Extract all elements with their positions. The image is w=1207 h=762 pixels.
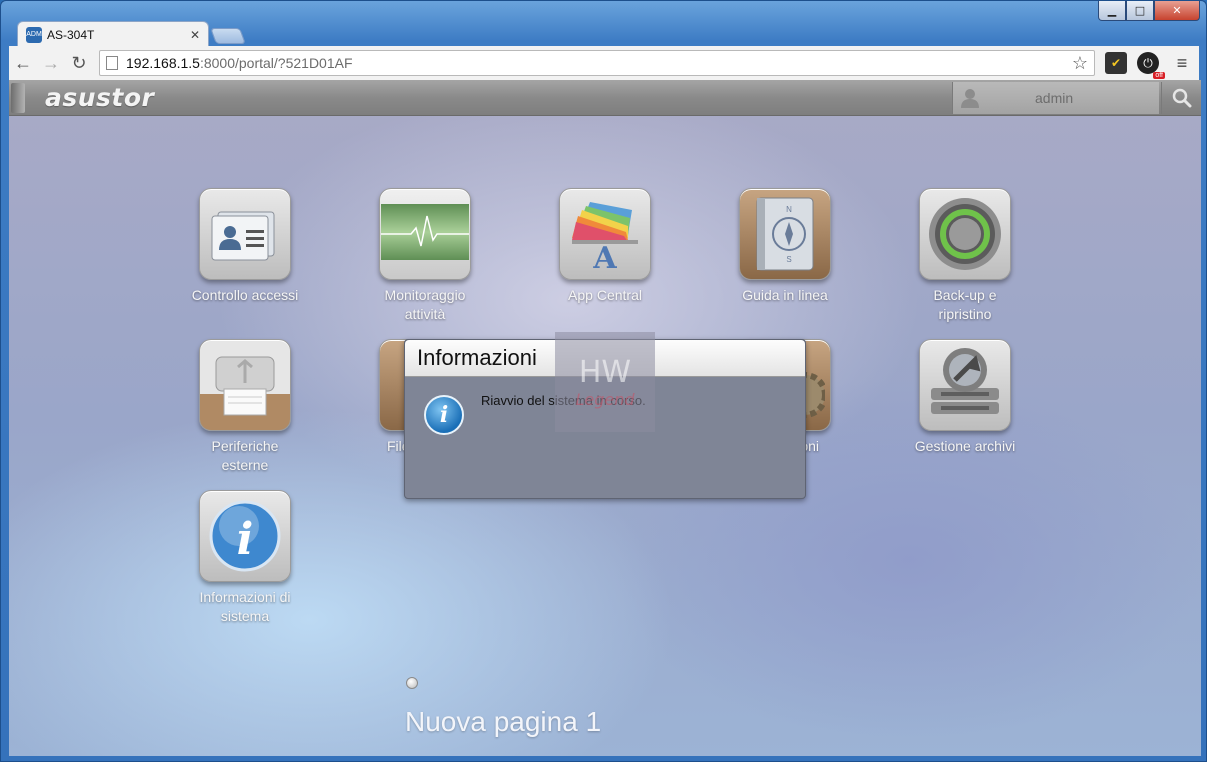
tab-title: AS-304T xyxy=(47,27,95,42)
app-label: Monitoraggio attività xyxy=(384,287,466,322)
adm-favicon-icon: ADM xyxy=(26,26,42,43)
app-label: Back-up e ripristino xyxy=(933,287,997,322)
svg-text:S: S xyxy=(786,255,791,264)
adm-desktop: asustor admin Controllo accessi Monitora… xyxy=(9,80,1201,756)
search-button[interactable] xyxy=(1161,82,1201,114)
app-central-icon: A xyxy=(559,188,651,280)
online-help-icon: N S xyxy=(739,188,831,280)
info-icon: i xyxy=(424,395,464,435)
app-storage-manager[interactable]: Gestione archivi xyxy=(875,339,1055,456)
adm-topbar: asustor admin xyxy=(9,80,1201,116)
browser-menu-icon[interactable]: ≡ xyxy=(1171,53,1193,74)
app-backup-restore[interactable]: Back-up e ripristino xyxy=(875,188,1055,324)
asustor-logo: asustor xyxy=(45,83,155,112)
backup-restore-icon xyxy=(919,188,1011,280)
back-button[interactable]: ← xyxy=(9,49,37,77)
app-label: Gestione archivi xyxy=(914,438,1016,454)
app-online-help[interactable]: N S Guida in linea xyxy=(695,188,875,305)
window-controls: ▁ □ ✕ xyxy=(1098,1,1200,21)
browser-window: ▁ □ ✕ ADM AS-304T ✕ ← → ↻ 192.168.1.5 :8… xyxy=(0,0,1207,762)
minimize-button[interactable]: ▁ xyxy=(1098,1,1126,21)
user-icon xyxy=(961,89,979,108)
user-menu[interactable]: admin xyxy=(952,82,1159,114)
desktop-page-name: Nuova pagina 1 xyxy=(405,706,602,737)
extension-check-icon[interactable]: ✔ xyxy=(1105,52,1127,74)
svg-text:i: i xyxy=(237,514,254,565)
app-system-information[interactable]: i Informazioni di sistema xyxy=(155,490,335,626)
access-control-icon xyxy=(199,188,291,280)
watermark-line2: Legend xyxy=(575,390,635,409)
new-tab-button[interactable] xyxy=(210,28,246,44)
app-label: Controllo accessi xyxy=(191,287,299,303)
app-label: Periferiche esterne xyxy=(211,438,279,473)
app-app-central[interactable]: A App Central xyxy=(515,188,695,305)
page-icon xyxy=(106,56,118,70)
browser-tab[interactable]: ADM AS-304T ✕ xyxy=(17,21,209,47)
app-label: Informazioni di sistema xyxy=(199,589,291,624)
storage-manager-icon xyxy=(919,339,1011,431)
search-icon xyxy=(1172,88,1191,108)
sidebar-toggle-handle[interactable] xyxy=(11,83,25,113)
close-window-button[interactable]: ✕ xyxy=(1154,1,1200,21)
url-host: 192.168.1.5 xyxy=(126,55,200,71)
browser-toolbar: ← → ↻ 192.168.1.5 :8000/portal/?521D01AF… xyxy=(9,46,1199,80)
external-devices-icon xyxy=(199,339,291,431)
app-label: Guida in linea xyxy=(742,287,828,303)
username-label: admin xyxy=(1035,90,1074,106)
svg-text:A: A xyxy=(592,241,617,272)
watermark-line1: HW xyxy=(578,355,632,390)
app-external-devices[interactable]: Periferiche esterne xyxy=(155,339,335,475)
bookmark-star-icon[interactable]: ☆ xyxy=(1072,53,1088,74)
extension-power-icon[interactable]: ⏻ off xyxy=(1137,52,1165,79)
reload-button[interactable]: ↻ xyxy=(65,49,93,77)
extension-off-badge: off xyxy=(1153,72,1165,79)
address-bar[interactable]: 192.168.1.5 :8000/portal/?521D01AF ☆ xyxy=(99,50,1095,76)
app-activity-monitor[interactable]: Monitoraggio attività xyxy=(335,188,515,324)
activity-monitor-icon xyxy=(379,188,471,280)
app-access-control[interactable]: Controllo accessi xyxy=(155,188,335,305)
forward-button[interactable]: → xyxy=(37,49,65,77)
system-info-icon: i xyxy=(199,490,291,582)
url-path: :8000/portal/?521D01AF xyxy=(199,55,353,71)
app-label: App Central xyxy=(568,287,642,303)
hwlegend-watermark: HW Legend xyxy=(555,332,655,432)
page-indicator-dot[interactable] xyxy=(406,677,418,689)
svg-text:N: N xyxy=(786,205,792,214)
tab-close-icon[interactable]: ✕ xyxy=(190,28,200,42)
maximize-button[interactable]: □ xyxy=(1126,1,1154,21)
